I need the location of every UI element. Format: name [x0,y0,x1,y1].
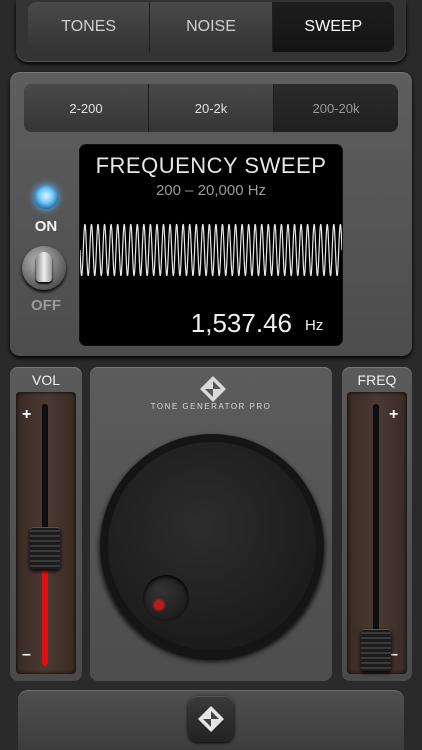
range-200-20k-button[interactable]: 200-20k [274,84,398,132]
knob-indicator-well [143,575,189,621]
toggle-lever[interactable] [36,252,52,282]
freq-track [373,404,379,666]
freq-plus-label: + [389,406,399,423]
volume-plus-label: + [22,406,32,423]
volume-fill [42,567,48,666]
freq-label: FREQ [357,372,397,388]
tab-noise[interactable]: NOISE [150,2,273,52]
frequency-knob[interactable] [108,442,316,650]
diamond-logo-icon [200,376,226,402]
tab-sweep[interactable]: SWEEP [272,2,394,52]
range-2-200-button[interactable]: 2-200 [24,84,149,132]
range-selector: 2-200 20-2k 200-20k [24,84,398,132]
mode-tabs: TONES NOISE SWEEP [28,2,394,52]
home-button[interactable] [188,696,234,742]
frequency-unit: Hz [305,317,324,334]
power-on-label: ON [34,218,58,235]
frequency-readout: 1,537.46 [190,308,292,338]
freq-slider-thumb[interactable] [361,629,391,672]
knob-indicator-dot [154,600,164,610]
display-title: FREQUENCY SWEEP [95,153,327,178]
volume-minus-label: – [22,646,31,663]
waveform [80,223,342,277]
volume-label: VOL [31,372,60,388]
volume-slider-thumb[interactable] [30,527,60,570]
diamond-logo-icon [198,706,224,732]
tab-tones[interactable]: TONES [28,2,151,52]
power-led-icon [34,185,58,209]
display-range: 200 – 20,000 Hz [155,182,267,199]
power-off-label: OFF [31,297,61,314]
brand-name: TONE GENERATOR PRO [150,402,272,411]
range-20-2k-button[interactable]: 20-2k [149,84,274,132]
